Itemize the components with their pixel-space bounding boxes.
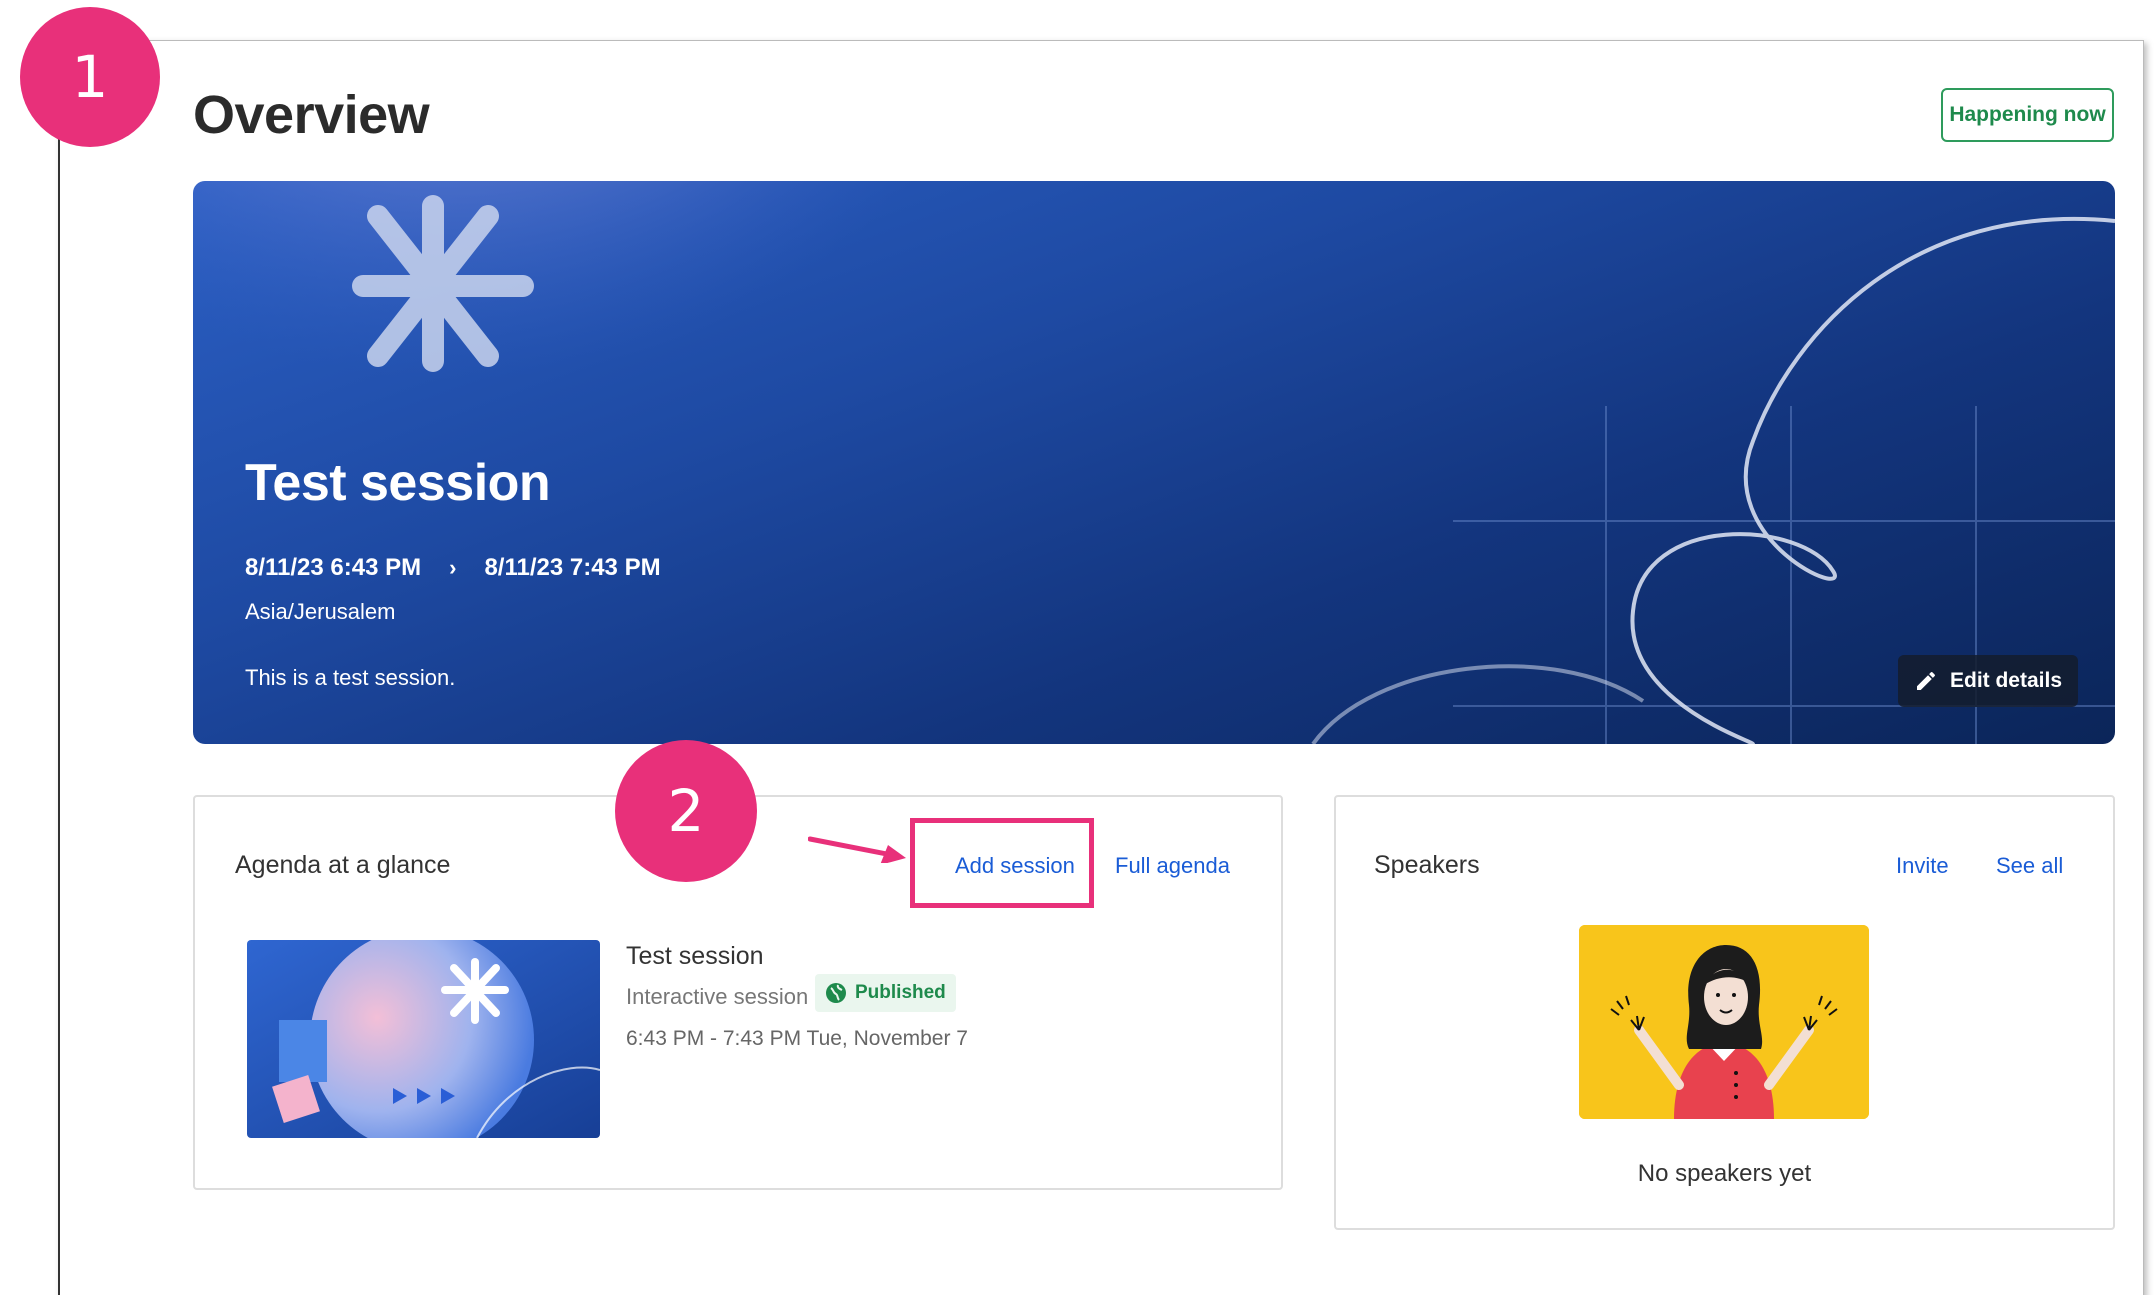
edit-details-label: Edit details bbox=[1949, 669, 2063, 692]
speakers-card: Speakers Invite See all No speakers yet bbox=[1334, 795, 2115, 1230]
session-thumbnail[interactable] bbox=[247, 940, 600, 1138]
see-all-link[interactable]: See all bbox=[1996, 853, 2063, 879]
no-speakers-text: No speakers yet bbox=[1637, 1160, 1812, 1187]
session-type: Interactive session bbox=[626, 984, 809, 1009]
banner-start-date: 8/11/23 6:43 PM bbox=[245, 554, 422, 581]
edit-details-button[interactable]: Edit details bbox=[1898, 655, 2078, 707]
banner-end-date: 8/11/23 7:43 PM bbox=[484, 554, 661, 581]
step-callout-2: 2 bbox=[615, 740, 757, 882]
banner-timezone: Asia/Jerusalem bbox=[245, 599, 396, 624]
step-callout-1: 1 bbox=[20, 7, 160, 147]
pencil-icon bbox=[1916, 671, 1935, 690]
agenda-title: Agenda at a glance bbox=[235, 851, 451, 879]
published-badge: Published bbox=[815, 974, 956, 1012]
globe-icon bbox=[826, 983, 846, 1003]
chevron-right-icon: › bbox=[449, 555, 457, 580]
page-title: Overview bbox=[193, 85, 430, 145]
session-thumbnail-art bbox=[247, 940, 600, 1138]
session-time: 6:43 PM - 7:43 PM Tue, November 7 bbox=[626, 1027, 968, 1050]
happening-now-badge: Happening now bbox=[1941, 88, 2114, 142]
banner-description: This is a test session. bbox=[245, 665, 456, 690]
invite-link[interactable]: Invite bbox=[1896, 853, 1949, 879]
add-session-highlight bbox=[910, 818, 1094, 908]
published-label: Published bbox=[855, 982, 946, 1003]
arrow-right-icon bbox=[808, 836, 906, 863]
session-banner: Test session 8/11/23 6:43 PM › 8/11/23 7… bbox=[193, 181, 2115, 744]
no-speakers-illustration bbox=[1579, 925, 1869, 1119]
full-agenda-link[interactable]: Full agenda bbox=[1115, 853, 1230, 879]
speakers-title: Speakers bbox=[1374, 851, 1480, 879]
banner-session-title: Test session bbox=[245, 454, 551, 512]
banner-date-range: 8/11/23 6:43 PM › 8/11/23 7:43 PM bbox=[245, 554, 661, 582]
session-name[interactable]: Test session bbox=[626, 942, 764, 971]
person-waving-icon bbox=[1579, 925, 1869, 1119]
